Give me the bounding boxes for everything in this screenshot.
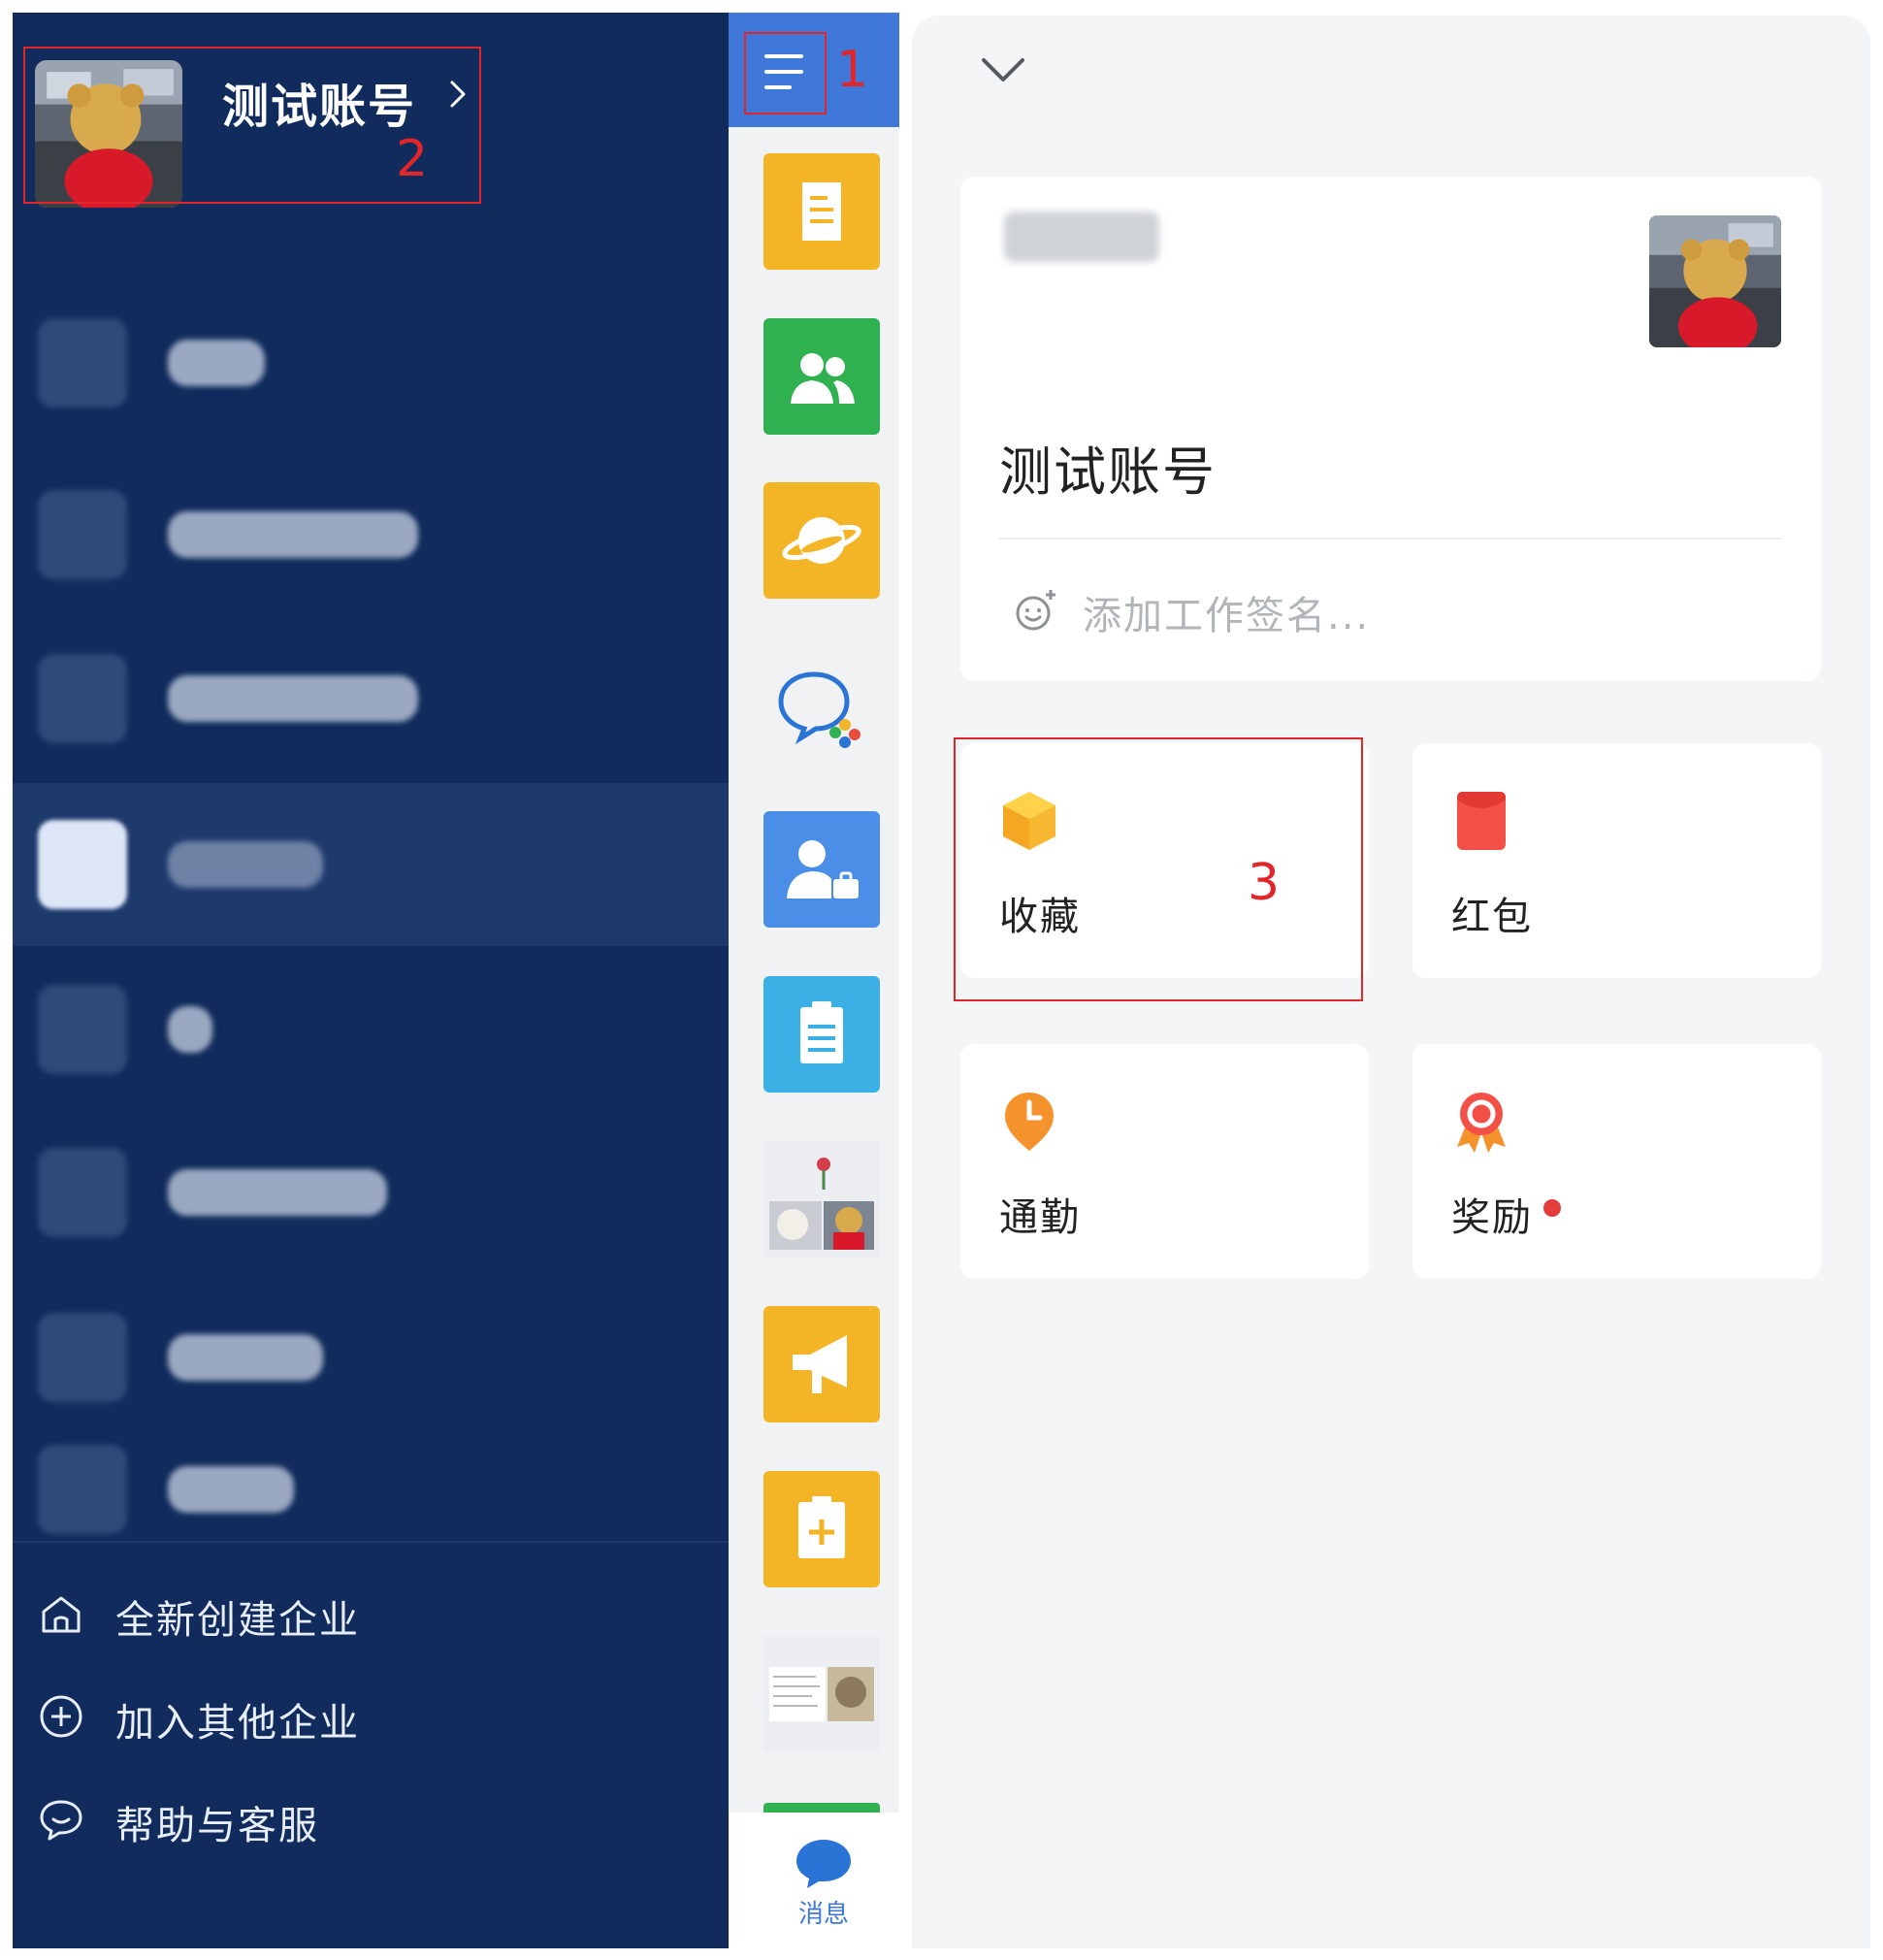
tile-label: 通勤 [999, 1195, 1081, 1240]
org-name-blurred [168, 675, 418, 722]
org-item[interactable] [13, 1436, 729, 1543]
org-logo [38, 985, 127, 1074]
app-tile-partial [763, 1803, 880, 1813]
org-item[interactable] [13, 1111, 729, 1274]
org-name-blurred [168, 340, 265, 386]
menu-label: 帮助与客服 [115, 1804, 319, 1848]
org-logo [38, 490, 127, 579]
contacts-icon [791, 353, 855, 404]
org-logo [38, 318, 127, 408]
org-item[interactable] [13, 1276, 729, 1439]
red-packet-tile[interactable]: 红包 [1412, 743, 1821, 978]
customer-app[interactable] [763, 811, 880, 928]
add-clipboard-icon [798, 1496, 845, 1558]
menu-label: 加入其他企业 [115, 1701, 360, 1746]
add-circle-icon [40, 1695, 82, 1738]
approval-app[interactable] [763, 976, 880, 1093]
join-enterprise-item[interactable]: 加入其他企业 [13, 1678, 729, 1755]
org-name-blurred [168, 841, 323, 888]
org-name-blurred [168, 511, 418, 558]
rewards-tile[interactable]: 奖励 [1412, 1044, 1821, 1279]
chat-bubble-icon [40, 1800, 82, 1841]
favorites-highlight-box [954, 737, 1363, 1001]
org-logo [38, 1445, 127, 1534]
red-envelope-icon [1457, 792, 1506, 850]
sidebar-divider [13, 1541, 729, 1543]
workbench-app[interactable] [763, 482, 880, 599]
menu-highlight-box [744, 32, 827, 114]
medal-icon [1457, 1093, 1506, 1153]
message-icon[interactable] [794, 1836, 854, 1892]
chevron-right-icon[interactable] [448, 80, 468, 109]
photo-app[interactable] [763, 1141, 880, 1258]
help-support-item[interactable]: 帮助与客服 [13, 1780, 729, 1858]
org-logo [38, 1148, 127, 1237]
profile-avatar[interactable] [1649, 215, 1781, 347]
org-item[interactable] [13, 617, 729, 780]
org-logo [38, 1313, 127, 1402]
message-tab-label[interactable]: 消息 [798, 1894, 849, 1930]
photo-thumbnail [763, 1141, 880, 1258]
card-divider [999, 538, 1781, 539]
org-item[interactable] [13, 281, 729, 444]
account-name[interactable]: 测试账号 [222, 68, 416, 136]
notification-dot [1543, 1199, 1561, 1217]
document-icon [802, 182, 841, 241]
megaphone-icon [793, 1335, 847, 1393]
annotation-number-2: 2 [396, 130, 429, 188]
announcement-app[interactable] [763, 1306, 880, 1422]
clock-pin-icon [1005, 1093, 1054, 1151]
signature-input[interactable]: 添加工作签名... [1083, 584, 1370, 640]
user-work-icon [787, 840, 859, 898]
document-app[interactable] [763, 153, 880, 270]
chat-multi-icon [778, 671, 860, 748]
tile-label: 奖励 [1451, 1195, 1533, 1240]
org-item-selected[interactable] [13, 783, 729, 946]
planet-icon [782, 517, 861, 564]
home-icon [42, 1596, 81, 1633]
wecom-app[interactable] [763, 647, 880, 764]
report-app[interactable] [763, 1471, 880, 1587]
chevron-down-icon[interactable] [980, 56, 1026, 85]
menu-label: 全新创建企业 [115, 1598, 360, 1643]
org-name-blurred [168, 1169, 387, 1216]
commute-tile[interactable]: 通勤 [960, 1044, 1369, 1279]
org-name-blurred [168, 1466, 294, 1513]
org-name-blurred [168, 1006, 212, 1053]
org-item[interactable] [13, 948, 729, 1111]
company-name-blurred [1004, 212, 1159, 262]
org-logo [38, 654, 127, 743]
annotation-number-1: 1 [836, 41, 869, 99]
emoji-icon[interactable] [1014, 588, 1058, 633]
annotation-number-3: 3 [1248, 854, 1281, 912]
profile-name: 测试账号 [999, 441, 1217, 503]
clipboard-icon [800, 1001, 843, 1063]
contacts-app[interactable] [763, 318, 880, 435]
photo-thumbnail [763, 1636, 880, 1752]
org-name-blurred [168, 1334, 323, 1381]
photo-app[interactable] [763, 1636, 880, 1752]
org-logo [38, 820, 127, 909]
org-item[interactable] [13, 453, 729, 616]
tile-label: 红包 [1451, 895, 1533, 939]
create-enterprise-item[interactable]: 全新创建企业 [13, 1575, 729, 1652]
